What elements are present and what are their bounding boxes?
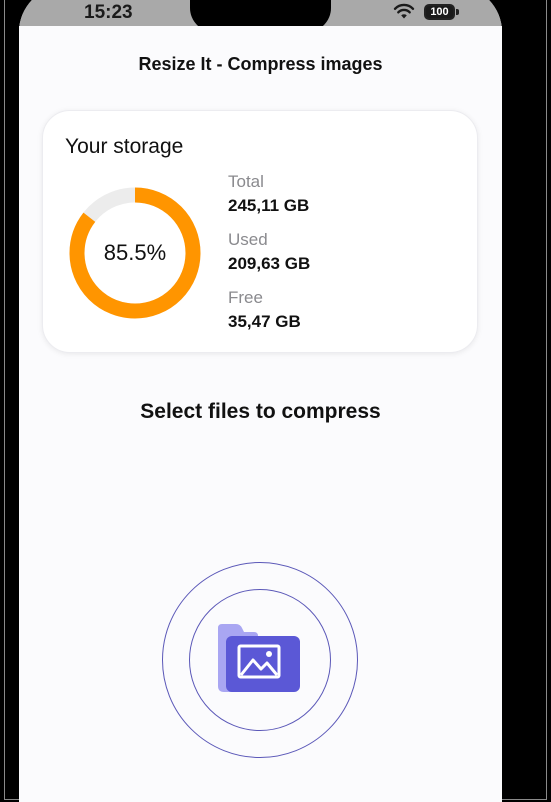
page-title: Resize It - Compress images [138,54,383,74]
stat-free: Free 35,47 GB [228,287,310,345]
storage-stats: Total 245,11 GB Used 209,63 GB Free 35,4… [228,171,310,345]
stat-used: Used 209,63 GB [228,229,310,287]
storage-card: Your storage 85.5% Total 245,11 GB Used … [42,110,478,353]
wifi-icon [393,3,415,19]
stat-free-value: 35,47 GB [228,312,301,331]
storage-card-title: Your storage [65,135,184,158]
image-folder-icon [218,624,300,692]
stat-total: Total 245,11 GB [228,171,310,229]
select-files-button[interactable] [162,562,358,758]
stat-free-label: Free [228,288,263,307]
battery-level: 100 [430,6,449,18]
stat-total-label: Total [228,172,264,191]
main-content: Resize It - Compress images Your storage… [19,26,502,802]
stat-used-value: 209,63 GB [228,254,311,273]
stat-used-label: Used [228,230,268,249]
storage-percent: 85.5% [103,240,167,265]
status-time: 15:23 [84,2,133,23]
stat-total-value: 245,11 GB [228,196,310,215]
battery-icon: 100 [424,4,455,20]
storage-ring: 85.5% [67,185,203,321]
select-files-title: Select files to compress [140,400,381,423]
battery-tip [456,9,459,15]
